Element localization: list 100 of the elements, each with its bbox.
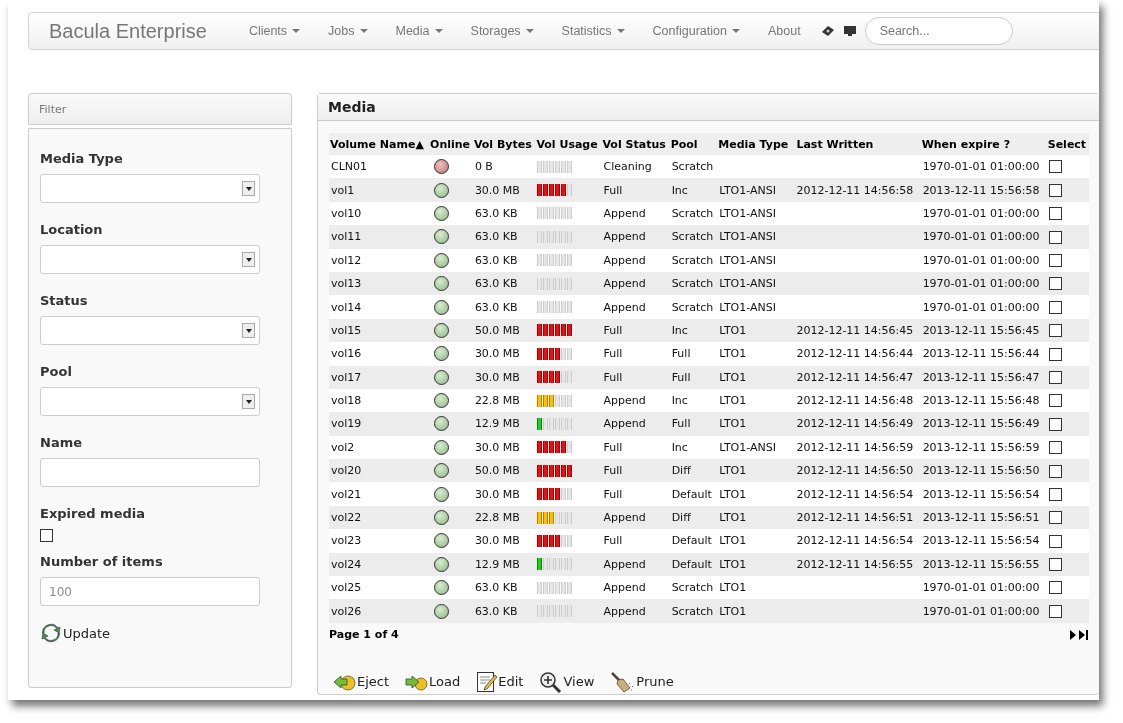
dropdown-icon — [242, 252, 255, 267]
table-cell: LTO1-ANSI — [719, 300, 776, 314]
checkbox[interactable] — [1048, 441, 1062, 455]
table-cell: Diff — [669, 459, 718, 483]
table-cell: vol21 — [329, 482, 430, 506]
input-field[interactable]: 100 — [40, 577, 260, 606]
tape-icon[interactable] — [820, 25, 835, 37]
field-label: Name — [40, 435, 83, 450]
column-header[interactable]: Pool — [669, 133, 718, 155]
table-cell: Full — [669, 412, 718, 436]
checkbox[interactable] — [40, 529, 53, 542]
select-field[interactable] — [40, 245, 260, 274]
checkbox[interactable] — [1048, 254, 1062, 267]
checkbox[interactable] — [1048, 277, 1062, 291]
table-cell: LTO1 — [719, 534, 747, 548]
column-header[interactable]: Vol Status — [601, 133, 670, 155]
table-cell: 63.0 KB — [472, 599, 536, 623]
select-field[interactable] — [40, 316, 260, 345]
field-label: Number of items — [40, 554, 164, 569]
checkbox[interactable] — [1048, 394, 1062, 408]
column-header[interactable]: Vol Bytes — [472, 133, 536, 155]
table-cell: LTO1 — [719, 511, 747, 525]
table-cell: Default — [669, 482, 718, 506]
table-cell: Append — [601, 576, 670, 600]
table-cell: Append — [601, 388, 670, 413]
table-cell: 2012-12-11 14:56:59 — [796, 440, 914, 454]
checkbox[interactable] — [1048, 300, 1062, 314]
table-cell: vol16 — [329, 342, 430, 366]
table-cell: LTO1 — [719, 464, 747, 478]
table-cell: Append — [601, 271, 670, 296]
table-cell: 1970-01-01 01:00:00 — [920, 271, 1047, 296]
action-button[interactable]: Edit — [476, 670, 524, 693]
checkbox[interactable] — [1048, 207, 1062, 221]
nav-menu[interactable]: About — [753, 24, 815, 38]
table-cell: 2013-12-11 15:56:47 — [920, 365, 1047, 389]
table-cell: LTO1 — [719, 604, 747, 618]
column-header[interactable]: Select — [1046, 133, 1089, 155]
table-cell: 1970-01-01 01:00:00 — [920, 201, 1047, 226]
table-cell: 2013-12-11 15:56:49 — [920, 412, 1047, 436]
checkbox[interactable] — [1048, 487, 1062, 501]
update-button[interactable]: Update — [40, 623, 111, 643]
table-cell: vol2 — [329, 435, 430, 460]
table-cell: LTO1 — [719, 581, 747, 595]
nav-menu[interactable]: Media — [381, 24, 457, 38]
checkbox[interactable] — [1048, 581, 1062, 595]
checkbox[interactable] — [1048, 604, 1062, 618]
table-cell: 0 B — [472, 155, 536, 179]
table-cell: 2013-12-11 15:56:45 — [920, 318, 1047, 343]
table-cell: 30.0 MB — [472, 342, 536, 366]
column-header[interactable]: When expire ? — [920, 133, 1047, 155]
column-header[interactable]: Last Written — [792, 133, 921, 155]
column-header[interactable]: Volume Name▲ — [329, 133, 430, 155]
checkbox[interactable] — [1048, 534, 1062, 548]
usage-meter — [537, 275, 574, 292]
monitor-icon[interactable] — [842, 25, 857, 37]
filter-title: Filter — [39, 102, 67, 116]
table-cell: 63.0 KB — [472, 576, 536, 600]
search-field[interactable]: Search... — [864, 17, 1013, 45]
next-page-icon[interactable] — [1069, 629, 1077, 640]
table-cell: Scratch — [669, 599, 718, 623]
column-header[interactable]: Online — [429, 133, 473, 155]
nav-menu[interactable]: Configuration — [638, 24, 754, 38]
checkbox[interactable] — [1048, 370, 1062, 384]
checkbox[interactable] — [1048, 183, 1062, 197]
action-button[interactable]: Load — [405, 670, 461, 693]
table-cell: LTO1-ANSI — [719, 183, 776, 197]
checkbox[interactable] — [1048, 160, 1062, 174]
caret-icon — [359, 29, 368, 33]
input-field[interactable] — [40, 458, 260, 487]
nav-menu[interactable]: Storages — [456, 24, 548, 38]
checkbox[interactable] — [1048, 347, 1062, 361]
usage-meter — [537, 228, 574, 245]
checkbox[interactable] — [1048, 230, 1062, 244]
last-page-icon[interactable] — [1079, 629, 1089, 640]
brand-title[interactable]: Bacula Enterprise — [49, 19, 207, 43]
column-header[interactable]: Vol Usage — [535, 133, 602, 155]
nav-menu[interactable]: Clients — [234, 24, 315, 38]
action-button[interactable]: Eject — [333, 670, 390, 693]
table-cell: vol19 — [329, 412, 430, 436]
select-field[interactable] — [40, 387, 260, 416]
table-cell: 2013-12-11 15:56:44 — [920, 342, 1047, 366]
table-cell: LTO1 — [719, 487, 747, 501]
table-cell: 12.9 MB — [472, 412, 536, 436]
checkbox[interactable] — [1048, 511, 1062, 525]
checkbox[interactable] — [1048, 324, 1062, 338]
column-header[interactable]: Media Type — [717, 133, 793, 155]
nav-menu[interactable]: Statistics — [547, 24, 639, 38]
select-field[interactable] — [40, 174, 260, 203]
table-cell: Append — [601, 248, 670, 272]
action-button[interactable]: View — [539, 670, 595, 693]
checkbox[interactable] — [1048, 417, 1062, 431]
nav-menu[interactable]: Jobs — [314, 24, 382, 38]
table-cell: LTO1-ANSI — [719, 230, 776, 244]
table-cell: 2012-12-11 14:56:54 — [796, 487, 914, 501]
checkbox[interactable] — [1048, 464, 1062, 478]
field-label: Expired media — [40, 506, 146, 521]
table-cell: 2012-12-11 14:56:55 — [796, 557, 914, 571]
action-button[interactable]: Prune — [610, 670, 674, 693]
table-cell: 2013-12-11 15:56:50 — [920, 459, 1047, 483]
checkbox[interactable] — [1048, 558, 1062, 572]
